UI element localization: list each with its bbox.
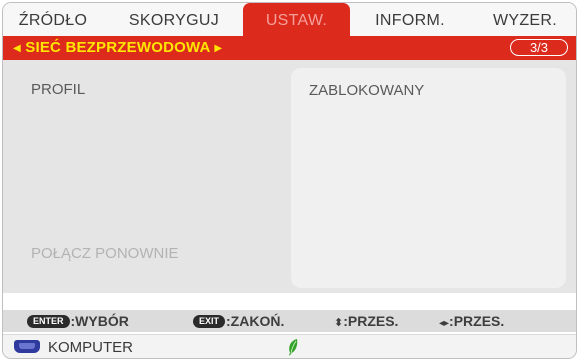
help-bar: ENTER:WYBÓR EXIT:ZAKOŃ. ⬍:PRZES. ◂▸:PRZE… (3, 310, 576, 332)
tab-inform[interactable]: INFORM. (357, 3, 463, 36)
vga-connector-icon (14, 340, 40, 353)
profile-value: ZABLOKOWANY (309, 82, 425, 99)
leftright-action-label: :PRZES. (449, 313, 505, 329)
projector-osd-menu: ŹRÓDŁO SKORYGUJ USTAW. INFORM. WYZER. ◀ … (2, 2, 577, 359)
profile-item[interactable]: PROFIL (31, 81, 85, 98)
source-label: KOMPUTER (48, 339, 134, 356)
eco-leaf-icon (289, 339, 298, 356)
submenu-title[interactable]: ◀ SIEĆ BEZPRZEWODOWA ▶ (13, 36, 222, 60)
help-enter: ENTER:WYBÓR (27, 310, 129, 332)
updown-action-label: :PRZES. (343, 313, 399, 329)
enter-key-icon: ENTER (27, 314, 70, 328)
reconnect-item: POŁĄCZ PONOWNIE (31, 245, 179, 262)
help-updown: ⬍:PRZES. (334, 310, 398, 332)
help-leftright: ◂▸:PRZES. (439, 310, 504, 332)
exit-key-icon: EXIT (193, 314, 226, 328)
settings-content: PROFIL POŁĄCZ PONOWNIE ZABLOKOWANY (3, 60, 576, 293)
submenu-bar: ◀ SIEĆ BEZPRZEWODOWA ▶ 3/3 (3, 36, 576, 60)
exit-action-label: :ZAKOŃ. (226, 313, 285, 329)
menu-tab-bar: ŹRÓDŁO SKORYGUJ USTAW. INFORM. WYZER. (3, 3, 576, 37)
help-exit: EXIT:ZAKOŃ. (193, 310, 284, 332)
enter-action-label: :WYBÓR (70, 313, 129, 329)
submenu-title-label: SIEĆ BEZPRZEWODOWA (25, 39, 210, 56)
tab-zrodlo[interactable]: ŹRÓDŁO (3, 3, 103, 36)
value-panel: ZABLOKOWANY (291, 68, 566, 288)
page-indicator: 3/3 (510, 39, 568, 56)
tab-ustaw[interactable]: USTAW. (243, 3, 350, 36)
left-right-arrows-icon: ◂▸ (439, 318, 450, 329)
tab-wyzer[interactable]: WYZER. (475, 3, 575, 36)
up-down-arrows-icon: ⬍ (334, 317, 344, 329)
source-bar: KOMPUTER (3, 334, 576, 358)
arrow-right-icon[interactable]: ▶ (214, 43, 222, 54)
tab-skoryguj[interactable]: SKORYGUJ (115, 3, 233, 36)
arrow-left-icon[interactable]: ◀ (13, 43, 21, 54)
